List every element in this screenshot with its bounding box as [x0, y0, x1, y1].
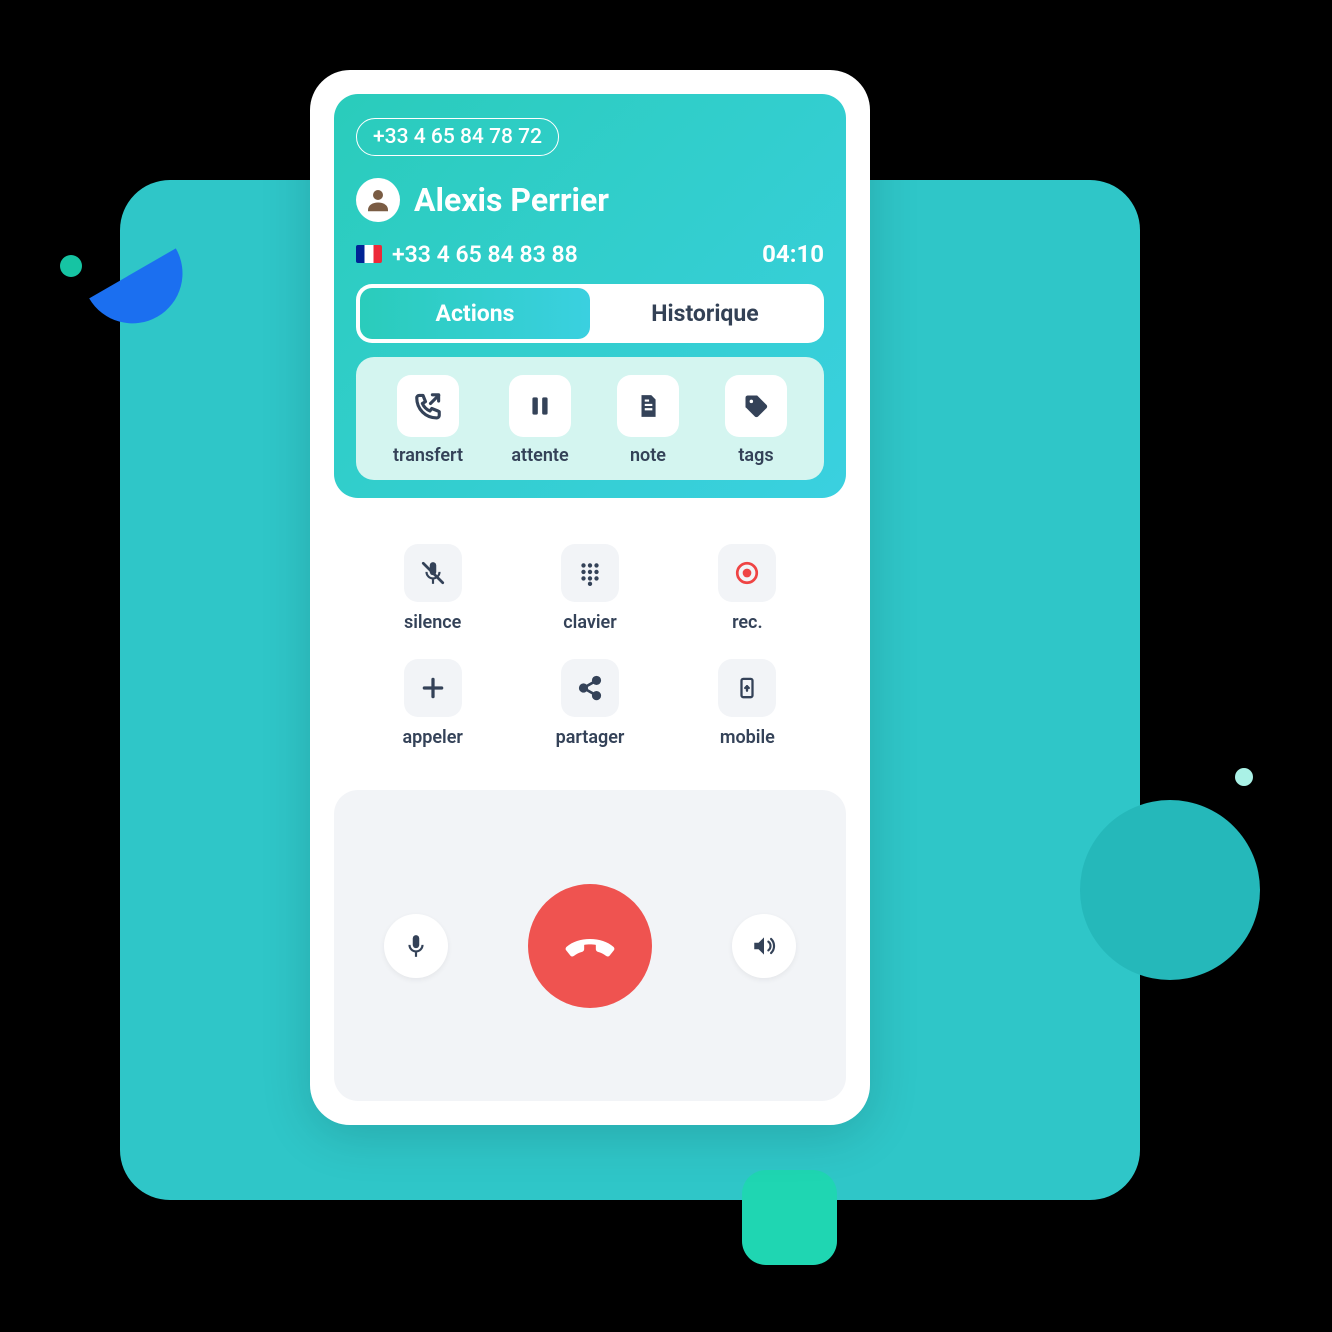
transfer-icon: [413, 391, 443, 421]
speaker-button[interactable]: [732, 914, 796, 978]
dialpad-icon: [577, 560, 603, 586]
pause-icon: [527, 393, 553, 419]
contact-number: +33 4 65 84 83 88: [356, 241, 578, 268]
action-call: appeler: [354, 659, 511, 748]
decorative-dot: [1235, 768, 1253, 786]
phone-hangup-icon: [562, 918, 618, 974]
secondary-actions-card: silence clavier rec. appeler partager: [334, 518, 846, 770]
tag-icon: [742, 392, 770, 420]
decorative-rounded-square: [742, 1170, 837, 1265]
add-call-button[interactable]: [404, 659, 462, 717]
tags-label: tags: [738, 445, 773, 466]
tab-bar: Actions Historique: [356, 284, 824, 343]
decorative-circle: [1080, 800, 1260, 980]
share-button[interactable]: [561, 659, 619, 717]
contact-row: Alexis Perrier: [356, 178, 824, 222]
decorative-dot: [60, 255, 82, 277]
speaker-icon: [751, 933, 777, 959]
line-number-pill[interactable]: +33 4 65 84 78 72: [356, 118, 559, 156]
note-label: note: [630, 445, 666, 466]
plus-icon: [420, 675, 446, 701]
call-header-card: +33 4 65 84 78 72 Alexis Perrier +33 4 6…: [334, 94, 846, 498]
action-hold: attente: [509, 375, 571, 466]
actions-panel: transfert attente note tags: [356, 357, 824, 480]
share-label: partager: [556, 727, 625, 748]
avatar[interactable]: [356, 178, 400, 222]
transfer-label: transfert: [393, 445, 463, 466]
call-duration: 04:10: [762, 240, 824, 268]
record-icon: [734, 560, 760, 586]
person-icon: [363, 185, 393, 215]
action-note: note: [617, 375, 679, 466]
flag-france-icon: [356, 245, 382, 263]
mobile-button[interactable]: [718, 659, 776, 717]
action-mobile: mobile: [669, 659, 826, 748]
mic-icon: [403, 933, 429, 959]
action-share: partager: [511, 659, 668, 748]
action-record: rec.: [669, 544, 826, 633]
mic-button[interactable]: [384, 914, 448, 978]
contact-name: Alexis Perrier: [414, 181, 609, 219]
note-icon: [635, 393, 661, 419]
mic-off-icon: [420, 560, 446, 586]
call-label: appeler: [402, 727, 462, 748]
record-button[interactable]: [718, 544, 776, 602]
action-mute: silence: [354, 544, 511, 633]
action-transfer: transfert: [393, 375, 463, 466]
hold-label: attente: [511, 445, 568, 466]
mute-label: silence: [404, 612, 461, 633]
action-keypad: clavier: [511, 544, 668, 633]
tab-history[interactable]: Historique: [590, 288, 820, 339]
call-controls-bar: [334, 790, 846, 1101]
share-icon: [577, 675, 603, 701]
number-row: +33 4 65 84 83 88 04:10: [356, 240, 824, 268]
keypad-button[interactable]: [561, 544, 619, 602]
phone-frame: +33 4 65 84 78 72 Alexis Perrier +33 4 6…: [310, 70, 870, 1125]
tab-actions[interactable]: Actions: [360, 288, 590, 339]
mobile-label: mobile: [720, 727, 775, 748]
mobile-icon: [736, 675, 758, 701]
transfer-button[interactable]: [397, 375, 459, 437]
hangup-button[interactable]: [528, 884, 652, 1008]
mute-button[interactable]: [404, 544, 462, 602]
hold-button[interactable]: [509, 375, 571, 437]
contact-number-text: +33 4 65 84 83 88: [392, 241, 578, 268]
keypad-label: clavier: [563, 612, 616, 633]
action-tags: tags: [725, 375, 787, 466]
note-button[interactable]: [617, 375, 679, 437]
record-label: rec.: [732, 612, 763, 633]
tags-button[interactable]: [725, 375, 787, 437]
